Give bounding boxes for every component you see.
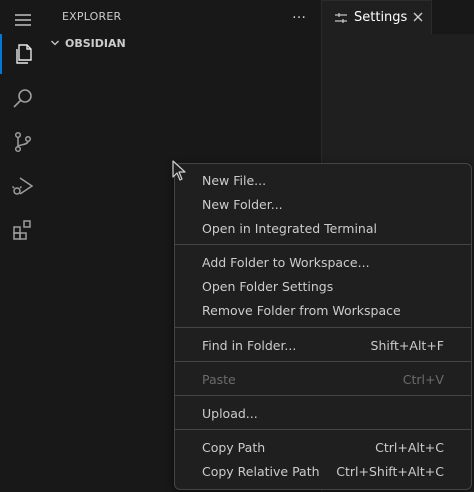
settings-sliders-icon [335,12,347,23]
more-actions-button[interactable]: … [292,6,306,22]
chevron-down-icon [51,40,59,46]
menu-item-new-folder[interactable]: New Folder... [179,192,467,216]
menu-item-label: Remove Folder from Workspace [202,302,401,318]
menu-item-label: New Folder... [202,196,283,212]
menu-item-open-terminal[interactable]: Open in Integrated Terminal [179,216,467,240]
menu-item-add-folder-workspace[interactable]: Add Folder to Workspace... [179,250,467,274]
editor-tab-bar: Settings [322,0,474,34]
menu-item-label: Copy Relative Path [202,463,320,479]
menu-item-label: Find in Folder... [202,337,297,353]
menu-item-new-file[interactable]: New File... [179,168,467,192]
extensions-icon[interactable] [0,210,45,250]
menu-item-label: New File... [202,172,267,188]
tab-label: Settings [354,10,408,25]
search-icon[interactable] [0,78,45,118]
menu-item-open-folder-settings[interactable]: Open Folder Settings [179,274,467,298]
activity-bar [0,0,46,492]
sidebar-title: EXPLORER [62,10,122,23]
tab-settings[interactable]: Settings [322,0,432,34]
menu-separator [175,395,471,396]
menu-item-find-in-folder[interactable]: Find in Folder... Shift+Alt+F [179,333,467,357]
menu-item-shortcut: Ctrl+Alt+C [375,439,444,455]
folder-section-header[interactable]: OBSIDIAN [49,34,126,52]
close-icon[interactable] [411,10,425,24]
menu-separator [175,429,471,430]
menu-item-paste: Paste Ctrl+V [179,367,467,391]
context-menu: New File... New Folder... Open in Integr… [174,163,472,490]
run-debug-icon[interactable] [0,166,45,206]
menu-separator [175,361,471,362]
menu-item-label: Paste [202,371,236,387]
folder-name: OBSIDIAN [65,36,126,50]
menu-item-label: Upload... [202,405,258,421]
menu-item-shortcut: Ctrl+V [402,371,444,387]
menu-item-copy-path[interactable]: Copy Path Ctrl+Alt+C [179,435,467,459]
menu-item-label: Open in Integrated Terminal [202,220,377,236]
menu-item-label: Copy Path [202,439,266,455]
mouse-cursor-icon [172,160,186,181]
explorer-icon[interactable] [0,34,45,74]
menu-separator [175,327,471,328]
source-control-icon[interactable] [0,122,45,162]
menu-item-copy-relative-path[interactable]: Copy Relative Path Ctrl+Shift+Alt+C [179,459,467,483]
menu-separator [175,244,471,245]
menu-item-label: Open Folder Settings [202,278,334,294]
menu-item-shortcut: Ctrl+Shift+Alt+C [336,463,444,479]
menu-item-remove-folder[interactable]: Remove Folder from Workspace [179,298,467,322]
menu-item-shortcut: Shift+Alt+F [370,337,444,353]
menu-item-label: Add Folder to Workspace... [202,254,370,270]
menu-item-upload[interactable]: Upload... [179,401,467,425]
